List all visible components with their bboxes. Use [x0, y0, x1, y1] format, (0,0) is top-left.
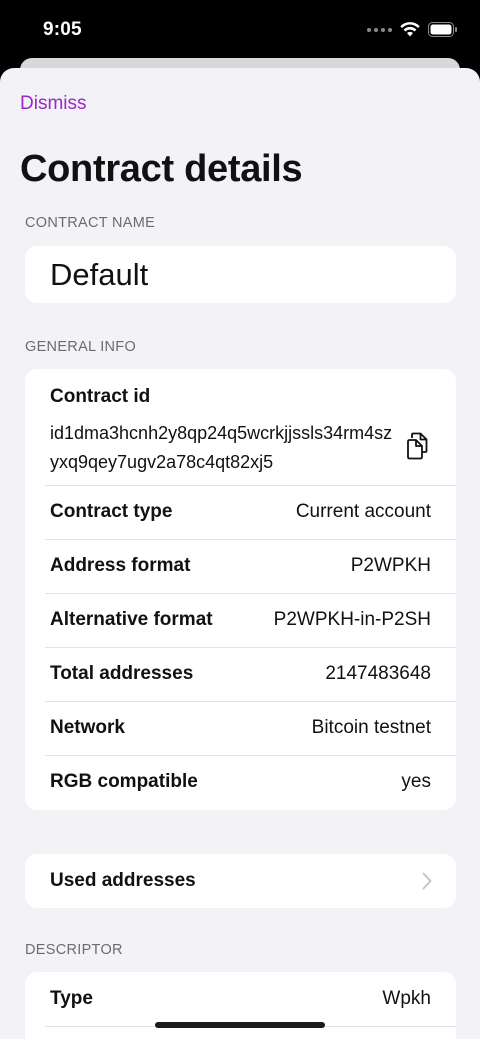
- row-value: Current account: [295, 501, 431, 522]
- cellular-icon: [367, 27, 392, 32]
- row-value: Bitcoin testnet: [311, 717, 431, 738]
- row-label: Alternative format: [50, 609, 213, 630]
- info-row-address-format: Address format P2WPKH: [25, 539, 456, 593]
- general-info-card: Contract id id1dma3hcnh2y8qp24q5wcrkjjss…: [25, 369, 456, 810]
- row-value: Wpkh: [382, 988, 431, 1009]
- descriptor-card: Type Wpkh: [25, 972, 456, 1039]
- info-row-rgb-compatible: RGB compatible yes: [25, 755, 456, 809]
- dismiss-button[interactable]: Dismiss: [20, 93, 87, 115]
- divider: [45, 755, 456, 756]
- page-title: Contract details: [20, 148, 303, 190]
- contract-details-sheet: Dismiss Contract details CONTRACT NAME D…: [0, 68, 480, 1039]
- divider: [45, 539, 456, 540]
- copy-icon[interactable]: [406, 432, 430, 460]
- wifi-icon: [400, 22, 420, 37]
- row-value: 2147483648: [325, 663, 431, 684]
- descriptor-row-type: Type Wpkh: [25, 972, 456, 1026]
- status-bar: 9:05: [0, 0, 480, 62]
- status-time: 9:05: [43, 19, 82, 40]
- contract-name-header: CONTRACT NAME: [25, 215, 156, 231]
- row-label: RGB compatible: [50, 771, 198, 792]
- info-row-alternative-format: Alternative format P2WPKH-in-P2SH: [25, 593, 456, 647]
- battery-icon: [428, 22, 457, 37]
- divider: [45, 485, 456, 486]
- info-row-total-addresses: Total addresses 2147483648: [25, 647, 456, 701]
- info-row-contract-type: Contract type Current account: [25, 485, 456, 539]
- info-row-network: Network Bitcoin testnet: [25, 701, 456, 755]
- contract-id-label: Contract id: [50, 386, 151, 407]
- divider: [45, 647, 456, 648]
- descriptor-header: DESCRIPTOR: [25, 942, 123, 958]
- contract-id-value: id1dma3hcnh2y8qp24q5wcrkjjssls34rm4szyxq…: [50, 423, 393, 472]
- row-label: Total addresses: [50, 663, 194, 684]
- row-label: Address format: [50, 555, 191, 576]
- chevron-right-icon: [422, 872, 432, 890]
- used-addresses-label: Used addresses: [50, 870, 196, 891]
- row-label: Type: [50, 988, 93, 1009]
- row-value: yes: [401, 771, 431, 792]
- contract-name-value[interactable]: Default: [50, 257, 148, 293]
- row-value: P2WPKH: [350, 555, 431, 576]
- home-indicator[interactable]: [155, 1022, 325, 1028]
- row-value: P2WPKH-in-P2SH: [273, 609, 431, 630]
- row-label: Network: [50, 717, 125, 738]
- used-addresses-row[interactable]: Used addresses: [25, 854, 456, 908]
- divider: [45, 593, 456, 594]
- contract-name-card: Default: [25, 246, 456, 303]
- general-info-header: GENERAL INFO: [25, 339, 137, 355]
- row-label: Contract type: [50, 501, 173, 522]
- status-icons: [367, 22, 458, 37]
- divider: [45, 701, 456, 702]
